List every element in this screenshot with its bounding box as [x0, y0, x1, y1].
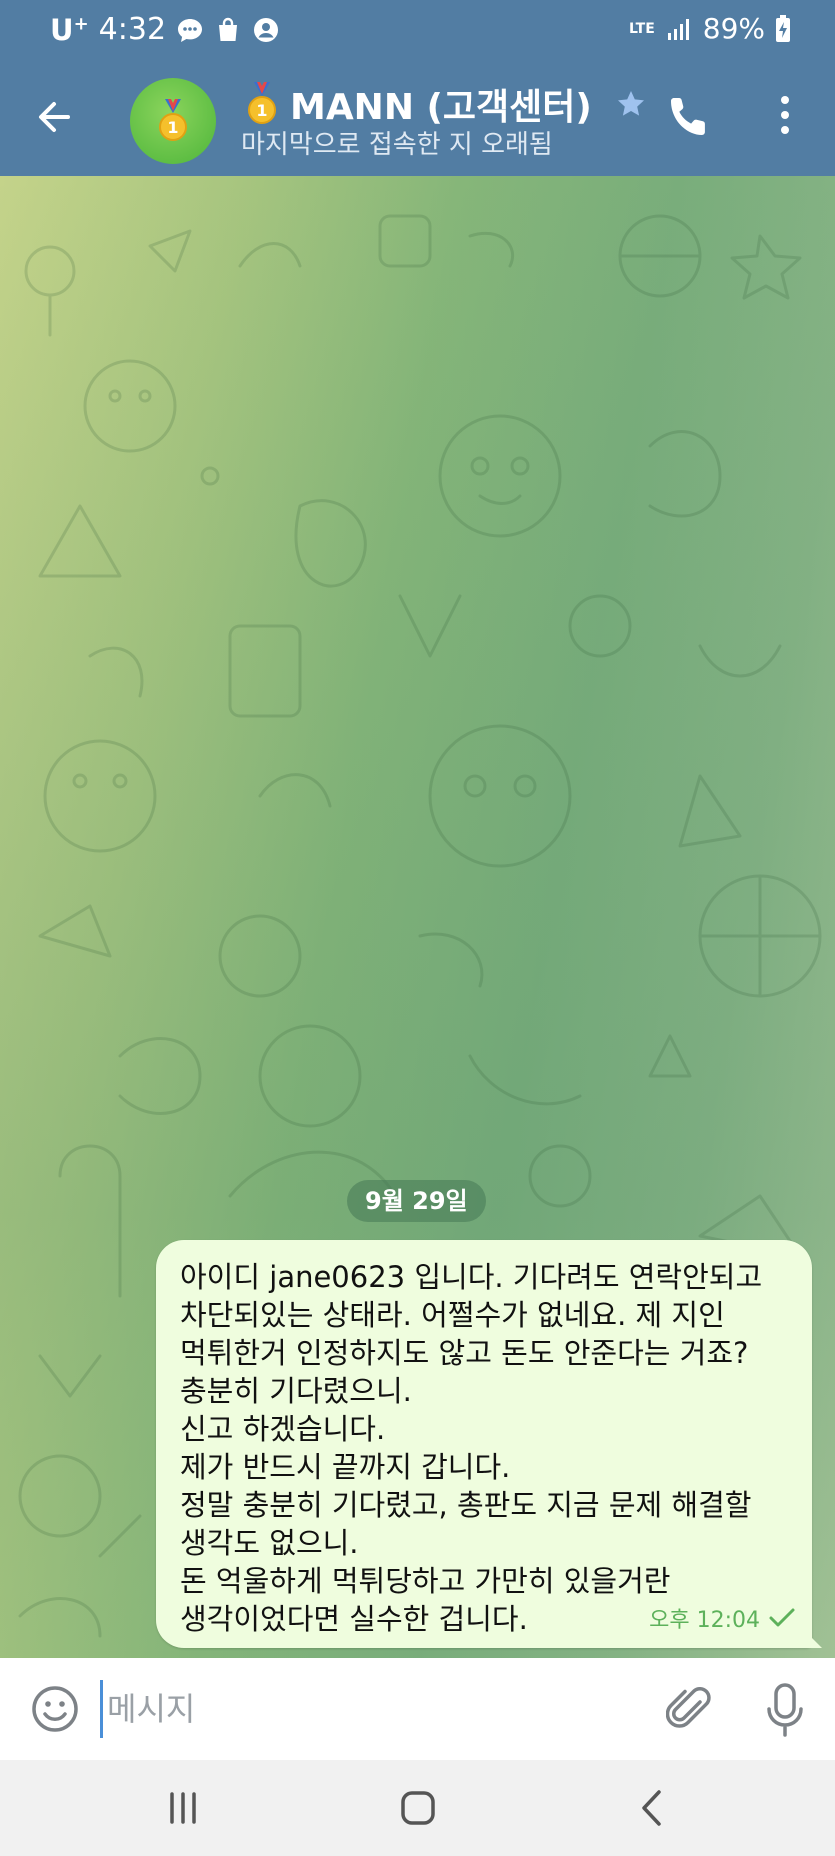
chat-title: MANN (고객센터) — [290, 87, 592, 128]
message-line: 차단되있는 상태라. 어쩔수가 없네요. 제 지인 — [180, 1298, 725, 1332]
message-line: 생각도 없으니. — [180, 1526, 359, 1560]
carrier-name: U — [50, 12, 74, 47]
message-meta: 오후 12:04 — [649, 1602, 796, 1634]
title-row[interactable]: 1 MANN (고객센터) — [244, 78, 646, 130]
message-composer — [0, 1658, 835, 1760]
message-line: 충분히 기다렸으니. — [180, 1374, 412, 1408]
home-icon[interactable] — [393, 1784, 443, 1832]
message-time: 오후 12:04 — [649, 1608, 760, 1633]
message-line: 아이디 jane0623 입니다. 기다려도 연락안되고 — [180, 1260, 763, 1294]
account-icon — [254, 17, 279, 42]
carrier-label: U+ — [50, 13, 89, 47]
paperclip-icon[interactable] — [666, 1682, 712, 1736]
nav-back-icon[interactable] — [628, 1784, 678, 1832]
battery-charging-icon — [776, 14, 790, 42]
date-divider: 9월 29일 — [347, 1180, 486, 1222]
gold-medal-icon: 1 — [159, 99, 187, 141]
message-line: 신고 하겠습니다. — [180, 1412, 386, 1446]
status-left: U+ 4:32 — [50, 12, 280, 47]
more-vertical-icon[interactable] — [770, 90, 800, 140]
star-icon — [617, 91, 644, 116]
message-input[interactable] — [100, 1680, 620, 1738]
signal-icon — [667, 18, 689, 40]
arrow-left-icon[interactable] — [30, 92, 80, 142]
chat-subtitle: 마지막으로 접속한 지 오래됨 — [241, 130, 553, 160]
message-line: 정말 충분히 기다렸고, 총판도 지금 문제 해결할 — [180, 1488, 752, 1522]
svg-text:1: 1 — [256, 101, 267, 120]
svg-text:1: 1 — [167, 118, 178, 137]
chat-header: 1 1 MANN (고객센터) 마지막으로 접속한 지 오래됨 — [0, 62, 835, 176]
status-time: 4:32 — [98, 12, 167, 47]
system-nav-bar — [0, 1760, 835, 1856]
carrier-plus: + — [73, 12, 89, 34]
gold-medal-icon: 1 — [248, 82, 276, 124]
smile-icon[interactable] — [30, 1684, 80, 1734]
recent-apps-icon[interactable] — [158, 1784, 208, 1832]
checkmark-icon — [769, 1608, 795, 1627]
network-type: LTE — [629, 20, 655, 37]
microphone-icon[interactable] — [764, 1682, 806, 1738]
message-line: 먹튀한거 인정하지도 않고 돈도 안준다는 거죠? — [180, 1336, 749, 1370]
battery-percent: 89% — [702, 12, 765, 45]
status-right: LTE 89% — [629, 12, 791, 45]
chat-bubble-icon — [178, 18, 203, 42]
avatar[interactable]: 1 — [130, 78, 216, 164]
outgoing-message-bubble[interactable]: 아이디 jane0623 입니다. 기다려도 연락안되고 차단되있는 상태라. … — [156, 1240, 812, 1648]
phone-icon[interactable] — [668, 94, 712, 138]
chat-area[interactable]: 9월 29일 아이디 jane0623 입니다. 기다려도 연락안되고 차단되있… — [0, 176, 835, 1658]
message-line: 제가 반드시 끝까지 갑니다. — [180, 1450, 511, 1484]
message-line: 돈 억울하게 먹튀당하고 가만히 있을거란 — [180, 1564, 671, 1598]
status-bar: U+ 4:32 LTE 89% — [0, 0, 835, 62]
shopping-bag-icon — [219, 17, 238, 41]
